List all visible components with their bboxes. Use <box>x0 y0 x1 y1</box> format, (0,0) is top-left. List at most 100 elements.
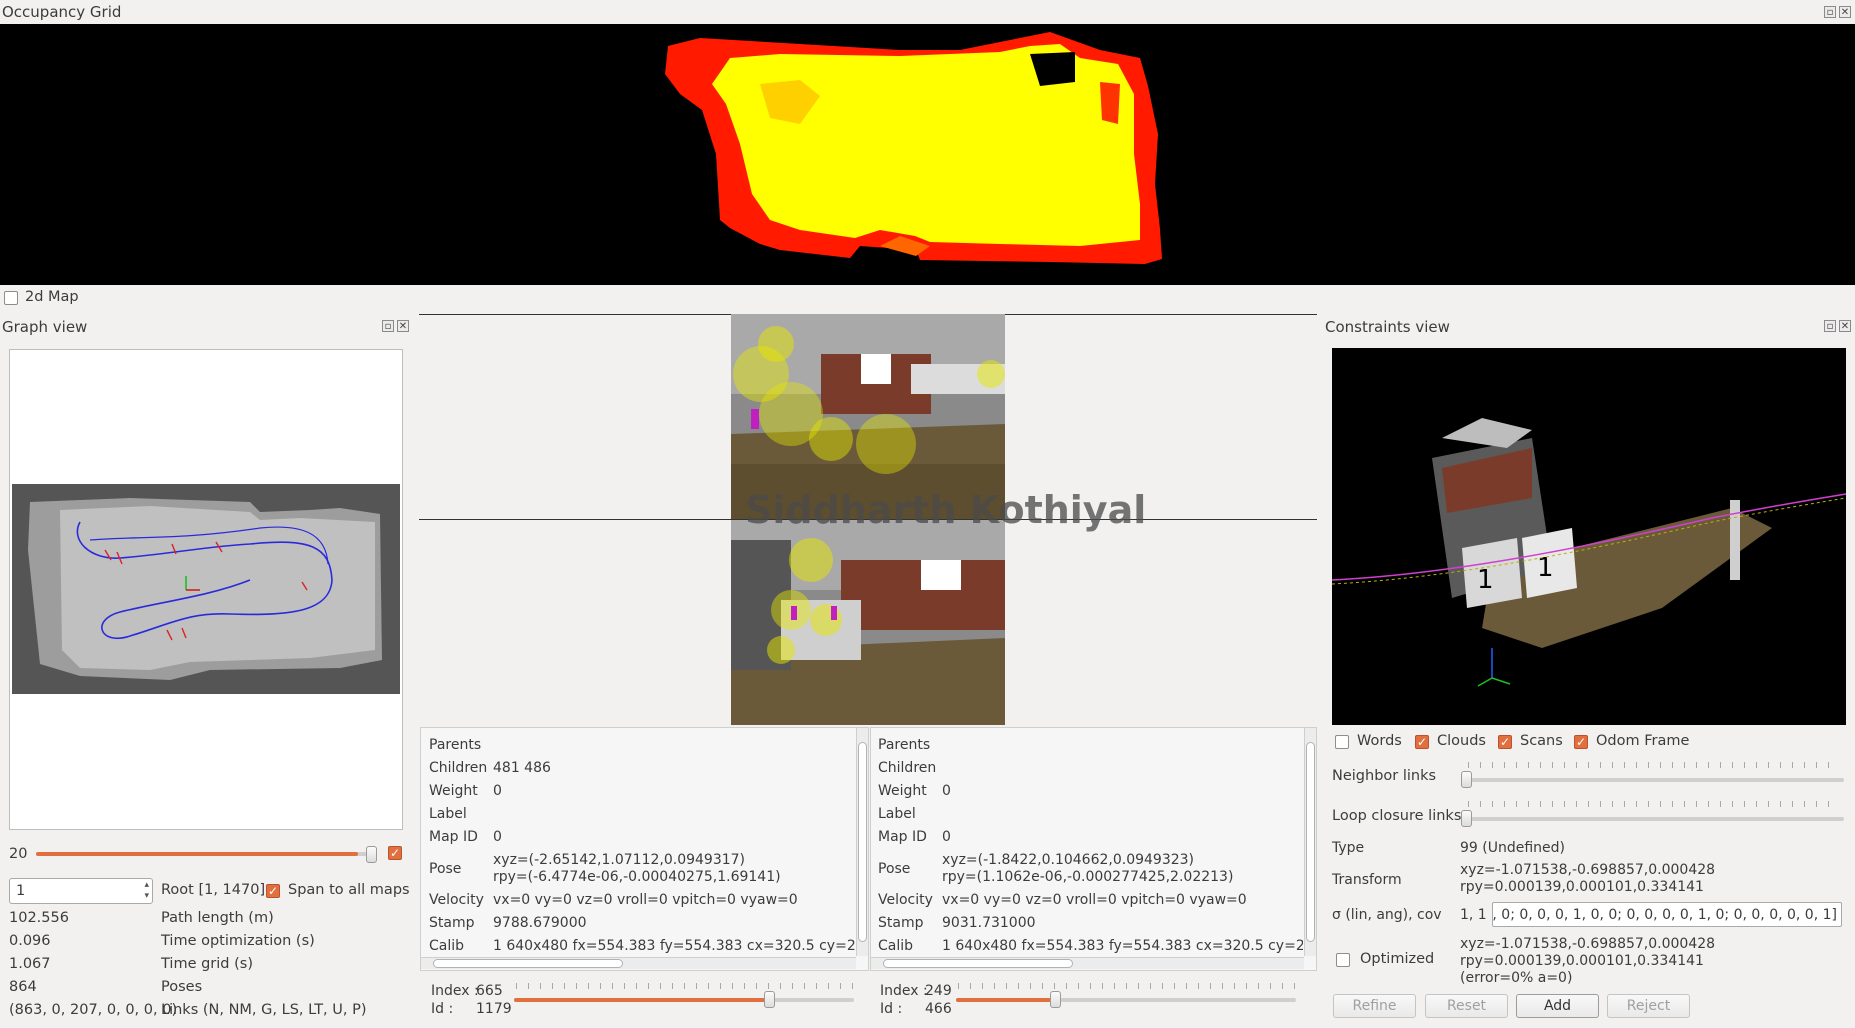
optimized-xyz: xyz=-1.071538,-0.698857,0.000428 <box>1460 936 1716 952</box>
node-a-slider-ticks <box>516 983 856 989</box>
occupancy-dock-buttons: ▫ ✕ <box>1824 6 1851 18</box>
optimized-rpy: rpy=0.000139,0.000101,0.334141 <box>1460 953 1704 969</box>
weight-value: 0 <box>942 783 951 799</box>
sigma-value: 1, 1 <box>1460 907 1487 923</box>
node-b-hscroll[interactable] <box>871 957 1304 969</box>
close-icon[interactable]: ✕ <box>1839 6 1851 18</box>
loop-closure-handle[interactable] <box>1461 810 1472 827</box>
node-a-vscroll[interactable] <box>856 728 868 956</box>
float-icon[interactable]: ▫ <box>1824 320 1836 332</box>
covariance-field[interactable]: , 0, 0, 0; 0, 0, 0, 1, 0, 0; 0, 0, 0, 0,… <box>1492 902 1842 927</box>
graph-slider-handle[interactable] <box>366 846 377 863</box>
node-b-id-label: Id : <box>880 1001 903 1017</box>
node-info-panel-a <box>420 727 869 971</box>
words-checkbox[interactable] <box>1335 735 1349 749</box>
graph-view-canvas[interactable] <box>9 349 403 830</box>
pose-label: Pose <box>429 861 462 877</box>
node-a-slider-fill <box>514 998 769 1002</box>
camera-image-bottom[interactable] <box>731 520 1005 725</box>
optimized-checkbox[interactable] <box>1336 953 1350 967</box>
odom-frame-checkbox[interactable]: ✓ <box>1574 735 1588 749</box>
occupancy-grid-title: Occupancy Grid <box>2 3 122 21</box>
loop-closure-slider[interactable] <box>1464 817 1844 821</box>
close-icon[interactable]: ✕ <box>1839 320 1851 332</box>
occupancy-map-image <box>665 32 1162 264</box>
occupancy-grid-canvas[interactable] <box>0 24 1855 285</box>
camera-image-bottom-svg <box>731 520 1005 725</box>
parents-label: Parents <box>429 737 482 753</box>
2d-map-label: 2d Map <box>25 289 79 305</box>
scans-checkbox[interactable]: ✓ <box>1498 735 1512 749</box>
label-label: Label <box>878 806 916 822</box>
2d-map-checkbox[interactable] <box>4 291 18 305</box>
stat-value: (863, 0, 207, 0, 0, 0, 0) <box>9 1002 178 1018</box>
mapid-label: Map ID <box>878 829 927 845</box>
reset-button[interactable]: Reset <box>1425 994 1508 1018</box>
span-all-maps-checkbox[interactable]: ✓ <box>266 884 280 898</box>
spin-arrows-icon[interactable]: ▴ ▾ <box>144 880 149 902</box>
clouds-checkbox[interactable]: ✓ <box>1415 735 1429 749</box>
weight-value: 0 <box>493 783 502 799</box>
node-info-panel-b <box>870 727 1317 971</box>
neighbor-links-label: Neighbor links <box>1332 768 1437 784</box>
graph-view-title: Graph view <box>2 318 88 336</box>
reject-button[interactable]: Reject <box>1607 994 1690 1018</box>
add-button[interactable]: Add <box>1516 994 1599 1018</box>
sigma-label: σ (lin, ang), cov <box>1332 907 1442 923</box>
constraints-3d-view[interactable]: 1 1 <box>1332 348 1846 725</box>
graph-map-image <box>12 484 400 694</box>
stat-value: 0.096 <box>9 933 51 949</box>
stat-label: Poses <box>161 979 203 995</box>
mapid-value: 0 <box>942 829 951 845</box>
node-a-id-label: Id : <box>431 1001 454 1017</box>
refine-button[interactable]: Refine <box>1333 994 1416 1018</box>
node-a-id-value: 1179 <box>476 1001 512 1017</box>
node-b-id-value: 466 <box>925 1001 952 1017</box>
constraints-scene: 1 1 <box>1332 418 1846 687</box>
optimized-error: (error=0% a=0) <box>1460 970 1573 986</box>
graph-slider-fill <box>36 852 358 856</box>
node-b-slider-ticks <box>958 983 1298 989</box>
type-label: Type <box>1332 840 1365 856</box>
node-a-index-value: 665 <box>476 983 503 999</box>
node-b-slider-fill <box>956 998 1055 1002</box>
span-all-maps-label: Span to all maps <box>288 882 410 898</box>
weight-label: Weight <box>878 783 927 799</box>
label-label: Label <box>429 806 467 822</box>
neighbor-links-slider[interactable] <box>1464 778 1844 782</box>
svg-text:1: 1 <box>1537 553 1554 583</box>
scroll-thumb[interactable] <box>858 742 867 942</box>
words-label: Words <box>1357 733 1402 749</box>
float-icon[interactable]: ▫ <box>382 320 394 332</box>
stat-label: Links (N, NM, G, LS, LT, U, P) <box>161 1002 367 1018</box>
transform-xyz: xyz=-1.071538,-0.698857,0.000428 <box>1460 862 1716 878</box>
stat-label: Time optimization (s) <box>161 933 315 949</box>
close-icon[interactable]: ✕ <box>397 320 409 332</box>
stamp-label: Stamp <box>878 915 924 931</box>
transform-label: Transform <box>1332 872 1402 888</box>
watermark-text: Siddharth Kothiyal <box>745 488 1147 532</box>
velocity-value: vx=0 vy=0 vz=0 vroll=0 vpitch=0 vyaw=0 <box>942 892 1247 908</box>
scroll-thumb[interactable] <box>1306 742 1315 942</box>
velocity-label: Velocity <box>429 892 484 908</box>
graph-slider-checkbox[interactable]: ✓ <box>388 846 402 860</box>
type-value: 99 (Undefined) <box>1460 840 1565 856</box>
children-label: Children <box>878 760 937 776</box>
float-icon[interactable]: ▫ <box>1824 6 1836 18</box>
node-b-slider-handle[interactable] <box>1050 991 1061 1008</box>
scroll-thumb[interactable] <box>883 959 1073 968</box>
neighbor-links-handle[interactable] <box>1461 771 1472 788</box>
calib-value: 1 640x480 fx=554.383 fy=554.383 cx=320.5… <box>493 938 855 954</box>
root-spinbox[interactable]: 1 ▴ ▾ <box>9 878 153 904</box>
stamp-value: 9788.679000 <box>493 915 587 931</box>
children-label: Children <box>429 760 488 776</box>
node-a-hscroll[interactable] <box>421 957 856 969</box>
node-b-vscroll[interactable] <box>1304 728 1316 956</box>
loop-ticks <box>1468 801 1840 807</box>
svg-text:1: 1 <box>1477 565 1494 595</box>
scroll-thumb[interactable] <box>433 959 623 968</box>
constraints-view-title: Constraints view <box>1325 318 1450 336</box>
pose-xyz: xyz=(-1.8422,0.104662,0.0949323) <box>942 852 1195 868</box>
clouds-label: Clouds <box>1437 733 1486 749</box>
node-a-slider-handle[interactable] <box>764 991 775 1008</box>
